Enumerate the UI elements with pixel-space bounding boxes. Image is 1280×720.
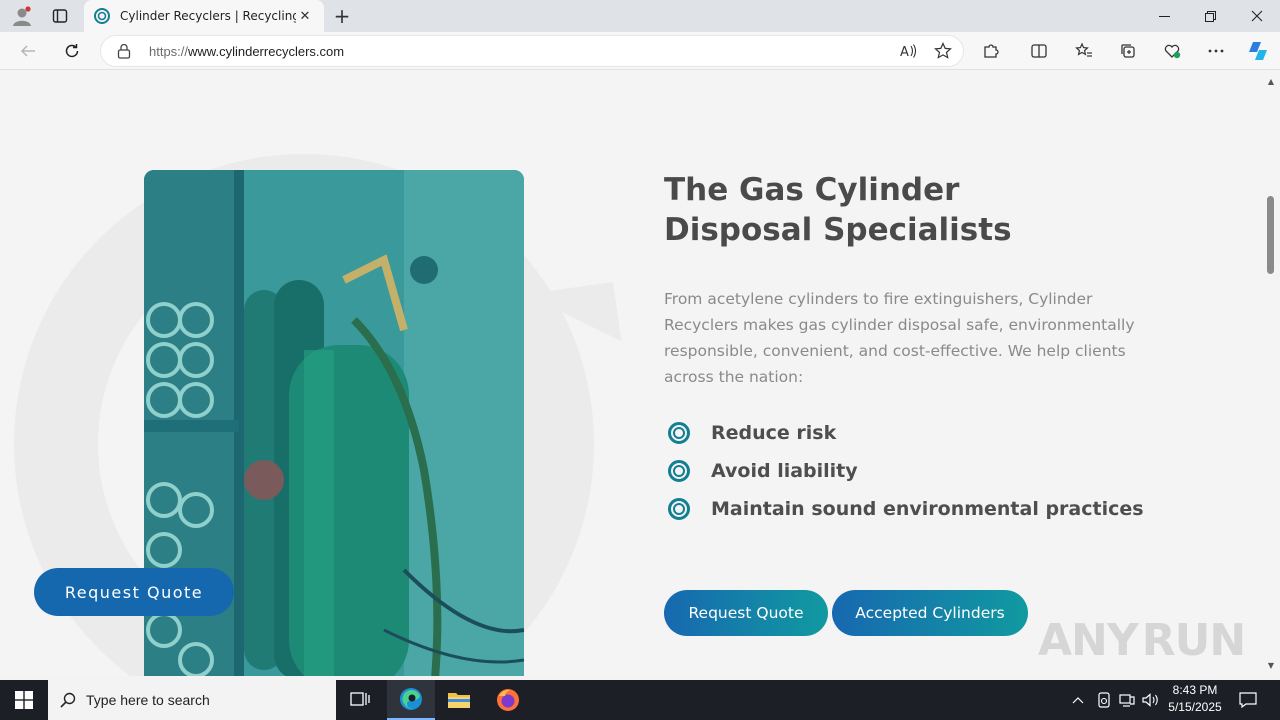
device-icon[interactable] [1094,680,1114,720]
task-view-icon [350,692,370,706]
task-view-button[interactable] [336,680,384,720]
svg-text:A: A [900,45,909,59]
profile-button[interactable] [8,4,36,28]
favorites-button[interactable] [1070,37,1098,65]
site-favicon-icon [94,8,110,24]
benefits-list: Reduce risk Avoid liability Maintain sou… [668,414,1144,528]
lock-icon[interactable] [117,42,135,60]
new-tab-icon[interactable]: + [330,4,354,28]
watermark-left-text: ANY [1038,614,1139,666]
watermark-right-text: RUN [1141,614,1246,666]
collections-button[interactable] [1114,37,1142,65]
clock-time: 8:43 PM [1172,683,1218,697]
tab-title: Cylinder Recyclers | Recycling | D [120,9,296,23]
ring-bullet-icon [668,498,690,520]
browser-tab-active[interactable]: Cylinder Recyclers | Recycling | D ✕ [84,0,324,32]
edge-browser-icon [400,688,422,710]
minimize-icon[interactable] [1141,0,1187,32]
heading-line-2: Disposal Specialists [664,212,1012,248]
windows-taskbar: Type here to search 8:43 PM 5/15/2025 [0,680,1280,720]
page-heading: The Gas Cylinder Disposal Specialists [664,170,1184,250]
benefit-text: Avoid liability [711,460,858,482]
url-scheme: https:// [149,43,189,59]
more-dots-icon [1208,49,1224,53]
back-button[interactable] [14,37,42,65]
favorite-star-icon[interactable] [929,37,957,65]
split-screen-button[interactable] [1025,37,1053,65]
url-text[interactable]: https://www.cylinderrecyclers.com [149,44,895,59]
clock-date: 5/15/2025 [1168,700,1222,714]
favorites-list-icon [1075,42,1092,57]
ring-bullet-icon [668,422,690,444]
taskbar-firefox-button[interactable] [484,680,532,720]
puzzle-icon [984,44,999,58]
refresh-icon [65,44,79,58]
read-aloud-icon[interactable]: A [895,37,923,65]
benefit-item: Maintain sound environmental practices [668,490,1144,528]
scroll-thumb[interactable] [1267,196,1274,274]
page-scrollbar[interactable]: ▲ ▼ [1262,70,1280,676]
browser-toolbar: https://www.cylinderrecyclers.com A [0,32,1280,70]
restore-icon[interactable] [1187,0,1233,32]
taskbar-edge-button[interactable] [387,680,435,720]
floating-request-quote-button[interactable]: Request Quote [34,568,234,616]
tab-actions-button[interactable] [46,4,74,28]
web-page-viewport: The Gas Cylinder Disposal Specialists Fr… [0,70,1262,676]
scroll-down-icon[interactable]: ▼ [1262,658,1280,672]
scroll-up-icon[interactable]: ▲ [1262,74,1280,88]
benefit-item: Reduce risk [668,414,1144,452]
start-button[interactable] [0,680,48,720]
profile-icon [13,6,31,26]
back-arrow-icon [20,45,35,57]
anyrun-watermark: ANY RUN [1038,610,1246,670]
tray-overflow-icon[interactable] [1068,680,1088,720]
tab-close-icon[interactable]: ✕ [296,7,314,25]
browser-essentials-button[interactable] [1158,37,1186,65]
close-window-icon[interactable] [1234,0,1280,32]
settings-more-button[interactable] [1202,37,1230,65]
heart-pulse-icon [1164,44,1181,59]
tab-actions-icon [52,9,68,23]
windows-logo-icon [15,691,33,709]
search-placeholder: Type here to search [86,692,210,708]
folder-icon [448,693,470,708]
benefit-item: Avoid liability [668,452,1144,490]
request-quote-button[interactable]: Request Quote [664,590,828,636]
benefit-text: Maintain sound environmental practices [711,498,1144,520]
taskbar-search-box[interactable]: Type here to search [48,680,336,720]
collections-icon [1121,44,1135,58]
address-bar[interactable]: https://www.cylinderrecyclers.com A [100,35,964,67]
extensions-button[interactable] [977,37,1005,65]
taskbar-clock[interactable]: 8:43 PM 5/15/2025 [1162,682,1228,716]
heading-line-1: The Gas Cylinder [664,172,960,208]
copilot-button[interactable] [1244,37,1272,65]
firefox-icon [497,689,519,711]
intro-paragraph: From acetylene cylinders to fire extingu… [664,290,1135,386]
search-icon [60,692,76,708]
url-host: www.cylinderrecyclers.com [188,43,345,59]
network-icon[interactable] [1116,680,1138,720]
benefit-text: Reduce risk [711,422,837,444]
accepted-cylinders-button[interactable]: Accepted Cylinders [832,590,1028,636]
notification-icon [1239,692,1257,708]
split-screen-icon [1031,44,1047,58]
taskbar-explorer-button[interactable] [435,680,483,720]
ring-bullet-icon [668,460,690,482]
copilot-icon [1249,42,1267,60]
notifications-button[interactable] [1234,680,1262,720]
volume-icon[interactable] [1140,680,1162,720]
tab-strip: Cylinder Recyclers | Recycling | D ✕ + [0,0,1280,32]
refresh-button[interactable] [58,37,86,65]
